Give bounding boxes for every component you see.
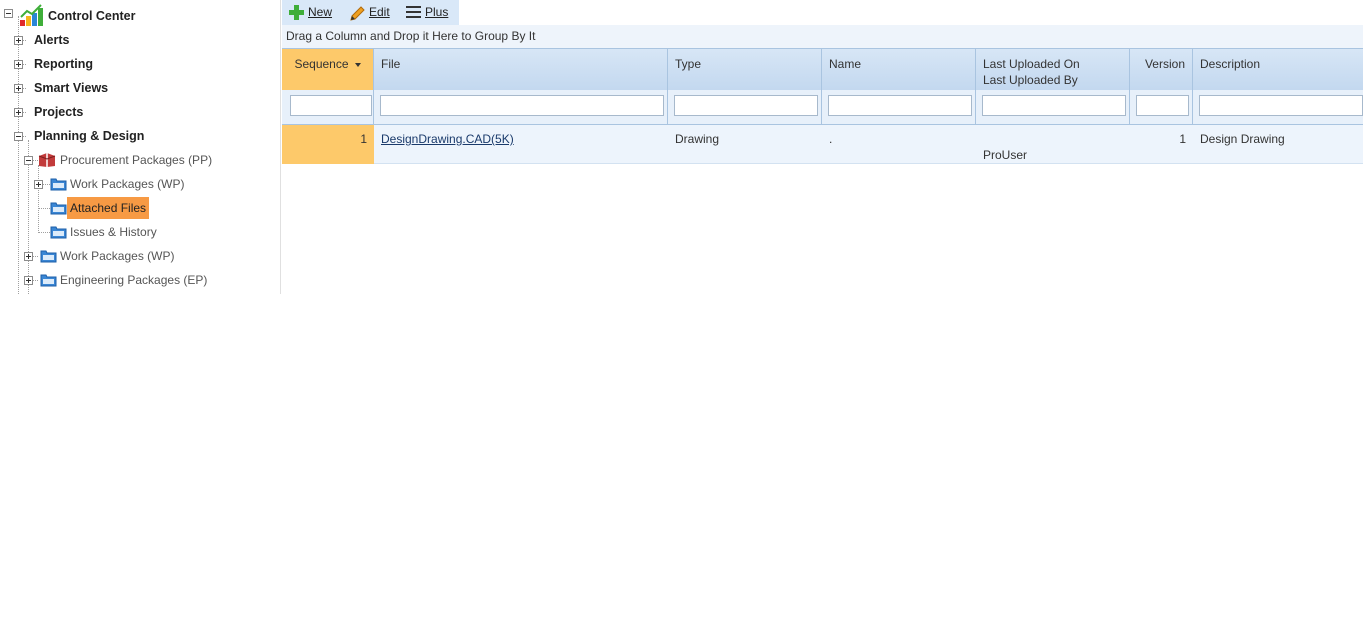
- filter-cell-name: [822, 90, 976, 124]
- cell-name: .: [829, 132, 833, 146]
- tree-item-pp-work-packages[interactable]: Work Packages (WP): [70, 175, 184, 193]
- tree-root-control-center[interactable]: Control Center: [48, 7, 136, 25]
- cell-last-uploaded-by: ProUser: [983, 148, 1028, 162]
- pencil-icon: [350, 6, 365, 21]
- column-header-sequence[interactable]: Sequence: [282, 49, 374, 91]
- filter-cell-last-uploaded: [976, 90, 1130, 124]
- filter-input-file[interactable]: [380, 95, 664, 116]
- folder-icon: [50, 178, 67, 191]
- attached-files-panel: New Edit Plus Drag a Column and Drop it …: [280, 0, 1366, 294]
- expand-toggle-reporting[interactable]: [14, 60, 23, 69]
- tree-item-reporting[interactable]: Reporting: [34, 55, 93, 73]
- control-center-icon: [20, 4, 43, 26]
- column-header-last-uploaded-by-label: Last Uploaded By: [983, 73, 1078, 87]
- tree-item-issues-history[interactable]: Issues & History: [70, 223, 157, 241]
- column-header-name-label: Name: [829, 57, 862, 71]
- folder-icon: [50, 226, 67, 239]
- cell-last-uploaded: ProUser: [976, 125, 1130, 164]
- tree-item-engineering-packages[interactable]: Engineering Packages (EP): [60, 271, 207, 289]
- filter-input-last-uploaded[interactable]: [982, 95, 1126, 116]
- sort-descending-icon: [354, 62, 361, 67]
- table-row[interactable]: 1 DesignDrawing.CAD(5K) Drawing . ProUse…: [282, 125, 1363, 164]
- menu-icon: [406, 6, 421, 18]
- filter-input-sequence[interactable]: [290, 95, 372, 116]
- column-header-type-label: Type: [675, 57, 702, 71]
- column-header-file[interactable]: File: [374, 49, 668, 91]
- expand-toggle-work-packages[interactable]: [24, 252, 33, 261]
- column-header-last-uploaded-on-label: Last Uploaded On: [983, 57, 1080, 71]
- cell-description: Design Drawing: [1200, 132, 1285, 146]
- collapse-toggle-planning-design[interactable]: [14, 132, 23, 141]
- tree-line: [38, 208, 50, 209]
- tree-item-smart-views[interactable]: Smart Views: [34, 79, 108, 97]
- filter-input-description[interactable]: [1199, 95, 1363, 116]
- edit-button-label: Edit: [369, 5, 390, 19]
- column-header-name[interactable]: Name: [822, 49, 976, 91]
- filter-cell-description: [1193, 90, 1363, 124]
- collapse-toggle-procurement[interactable]: [24, 156, 33, 165]
- tree-item-attached-files[interactable]: Attached Files: [67, 197, 150, 219]
- filter-cell-type: [668, 90, 822, 124]
- column-header-description-label: Description: [1200, 57, 1261, 71]
- expand-toggle-smart-views[interactable]: [14, 84, 23, 93]
- grid-filter-row: [282, 90, 1363, 126]
- group-by-drop-area[interactable]: Drag a Column and Drop it Here to Group …: [282, 25, 1363, 48]
- expand-toggle-engineering-packages[interactable]: [24, 276, 33, 285]
- filter-input-name[interactable]: [828, 95, 972, 116]
- folder-icon: [50, 202, 67, 215]
- column-header-version[interactable]: Version: [1130, 49, 1193, 91]
- column-header-version-label: Version: [1144, 57, 1185, 71]
- collapse-toggle-control-center[interactable]: [4, 9, 13, 18]
- tree-item-projects[interactable]: Projects: [34, 103, 83, 121]
- plus-icon: [289, 5, 304, 20]
- folder-icon: [40, 250, 57, 263]
- expand-toggle-pp-work-packages[interactable]: [34, 180, 43, 189]
- column-header-description[interactable]: Description: [1193, 49, 1363, 91]
- cell-sequence: 1: [282, 125, 374, 164]
- tree-line: [38, 165, 39, 233]
- edit-button[interactable]: Edit: [349, 0, 395, 25]
- column-header-last-uploaded[interactable]: Last Uploaded On Last Uploaded By: [976, 49, 1130, 91]
- filter-input-version[interactable]: [1136, 95, 1189, 116]
- file-link[interactable]: DesignDrawing.CAD(5K): [381, 132, 514, 146]
- cell-version: 1: [1179, 132, 1186, 146]
- column-header-type[interactable]: Type: [668, 49, 822, 91]
- cell-file: DesignDrawing.CAD(5K): [374, 125, 668, 164]
- folder-icon: [40, 274, 57, 287]
- tree-line: [18, 16, 19, 294]
- expand-toggle-alerts[interactable]: [14, 36, 23, 45]
- tree-item-planning-design[interactable]: Planning & Design: [34, 127, 144, 145]
- filter-cell-sequence: [282, 90, 374, 124]
- toolbar: New Edit Plus: [282, 0, 459, 25]
- tree-item-alerts[interactable]: Alerts: [34, 31, 69, 49]
- new-button-label: New: [308, 5, 333, 19]
- plus-menu-button[interactable]: Plus: [406, 0, 456, 25]
- grid-header-row: Sequence File Type Name Last Uploaded On…: [282, 48, 1363, 91]
- filter-cell-file: [374, 90, 668, 124]
- navigation-tree: Control Center Alerts Reporting Smart Vi…: [0, 0, 280, 294]
- package-icon: [38, 153, 56, 167]
- column-header-file-label: File: [381, 57, 401, 71]
- filter-cell-version: [1130, 90, 1193, 124]
- tree-line: [38, 232, 50, 233]
- cell-type: Drawing: [675, 132, 720, 146]
- filter-input-type[interactable]: [674, 95, 818, 116]
- expand-toggle-projects[interactable]: [14, 108, 23, 117]
- new-button[interactable]: New: [288, 0, 340, 25]
- plus-button-label: Plus: [425, 5, 449, 19]
- tree-item-procurement-packages[interactable]: Procurement Packages (PP): [60, 151, 212, 169]
- column-header-sequence-label: Sequence: [294, 57, 349, 71]
- tree-item-work-packages[interactable]: Work Packages (WP): [60, 247, 174, 265]
